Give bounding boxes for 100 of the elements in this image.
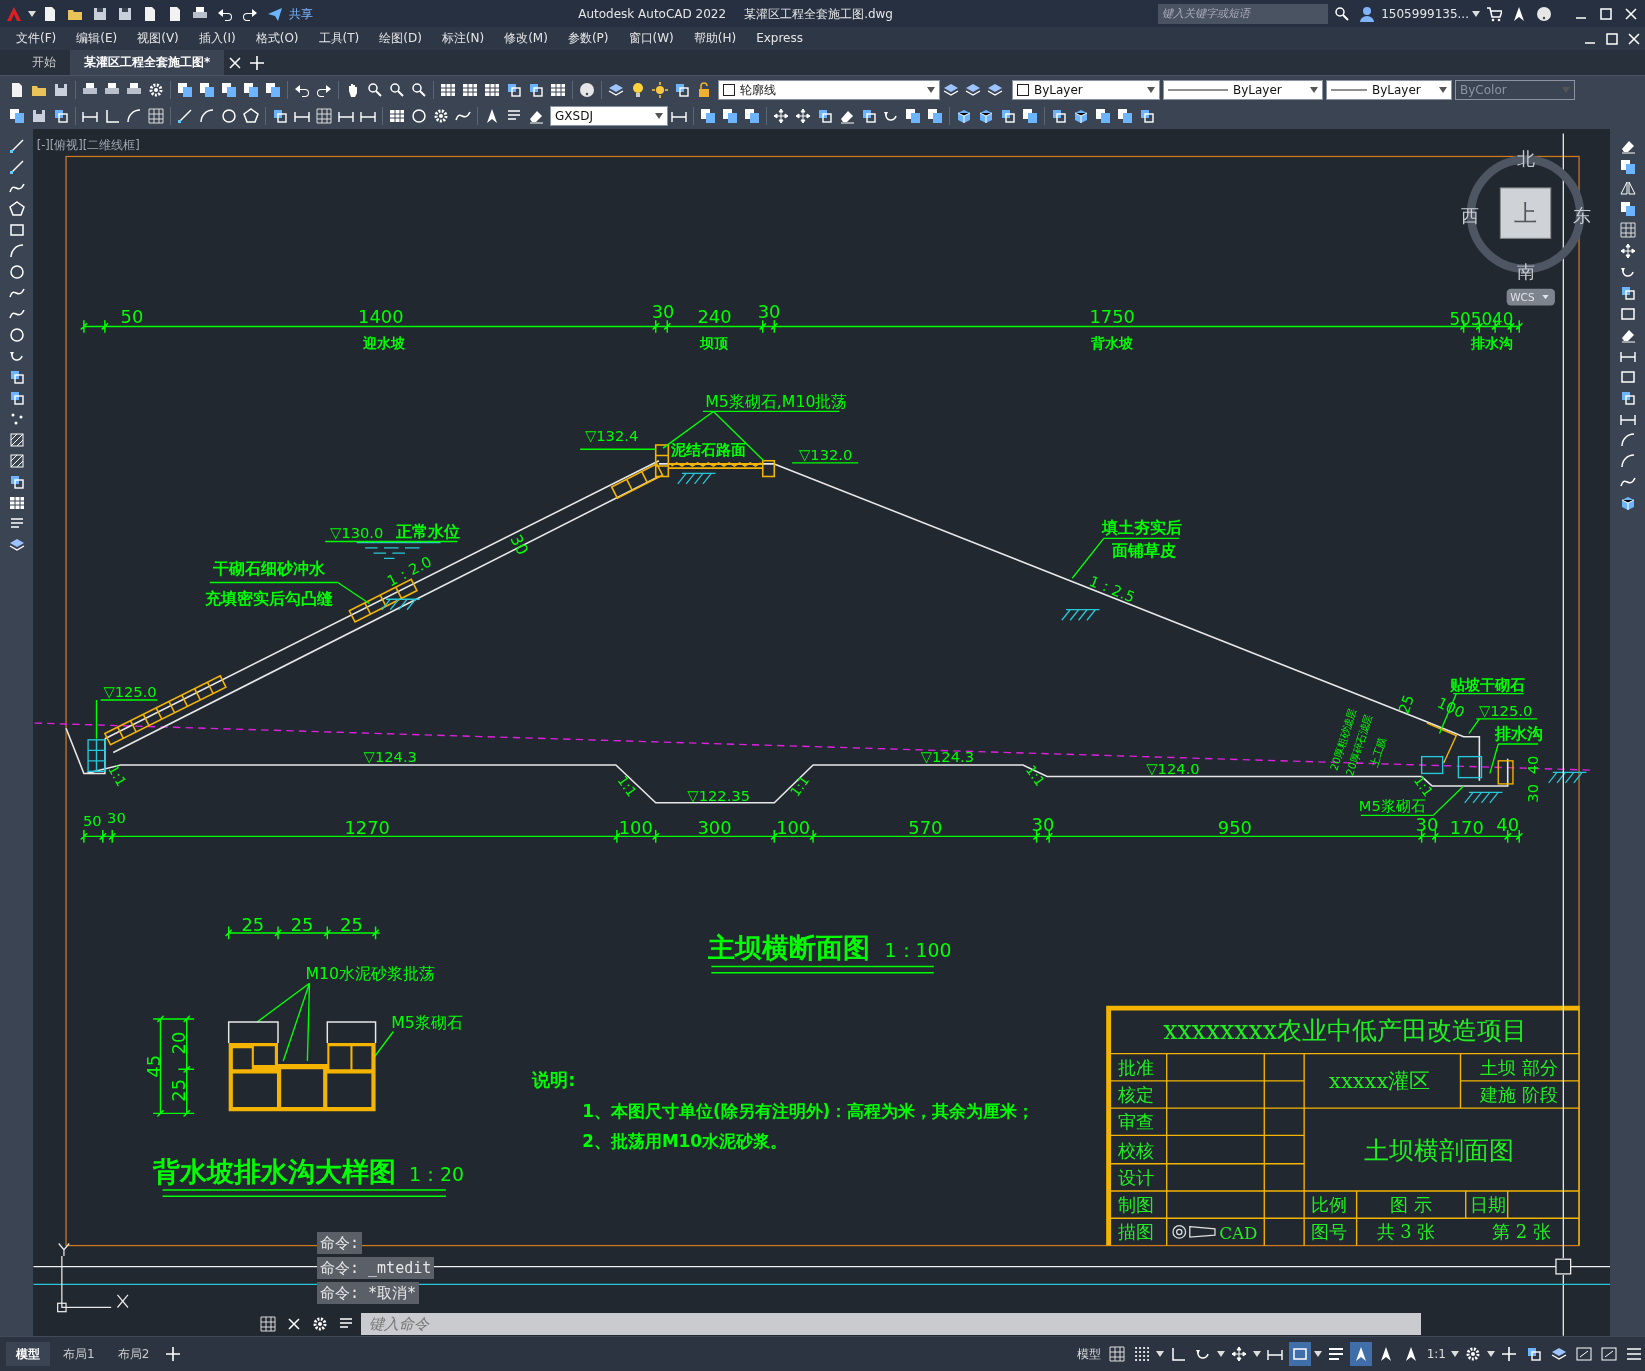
rectangle-icon[interactable] — [8, 221, 25, 238]
copy-icon[interactable] — [1619, 200, 1636, 217]
circle-icon[interactable] — [8, 326, 25, 343]
linetype-dropdown[interactable]: ByLayer — [1163, 79, 1323, 100]
copy-icon[interactable] — [221, 81, 237, 98]
annotation-scale-button[interactable]: 1:1 — [1424, 1342, 1448, 1366]
line-icon[interactable] — [177, 108, 193, 124]
block-icon[interactable] — [1051, 108, 1067, 124]
copy-icon[interactable] — [927, 108, 943, 124]
layout-tab[interactable]: 模型 — [6, 1342, 50, 1366]
cube-icon[interactable] — [1073, 108, 1089, 124]
caret-icon[interactable] — [1487, 1351, 1495, 1357]
table-icon[interactable] — [389, 108, 405, 124]
menu-item[interactable]: 修改(M) — [494, 27, 558, 50]
layers-icon[interactable] — [1551, 1346, 1567, 1362]
settings-icon[interactable] — [1465, 1346, 1481, 1362]
ortho-icon[interactable] — [1169, 1346, 1186, 1362]
arc-icon[interactable] — [1619, 452, 1636, 469]
menu-item[interactable]: 标注(N) — [431, 27, 495, 50]
layers-icon[interactable] — [987, 81, 1003, 98]
list-icon[interactable] — [1626, 1346, 1642, 1362]
save-icon[interactable] — [53, 81, 69, 98]
copy-icon[interactable] — [199, 81, 215, 98]
share-button[interactable]: 共享 — [289, 4, 313, 23]
layers-icon[interactable] — [8, 536, 25, 553]
block-icon[interactable] — [272, 108, 288, 124]
dimension-style-dropdown[interactable]: GXSDJ — [550, 106, 668, 126]
viewcube-face[interactable] — [1499, 187, 1552, 239]
user-name[interactable]: 1505999135... — [1381, 4, 1469, 23]
table-icon[interactable] — [440, 81, 456, 98]
move-icon[interactable] — [773, 108, 789, 124]
model-space-button[interactable]: 模型 — [1074, 1342, 1103, 1366]
rectangle-icon[interactable] — [1619, 305, 1636, 322]
settings-icon[interactable] — [433, 108, 449, 124]
block-icon[interactable] — [817, 108, 833, 124]
copy-icon[interactable] — [1095, 108, 1111, 124]
caret-icon[interactable] — [1313, 1351, 1322, 1357]
document-icon[interactable] — [142, 5, 158, 22]
block-icon[interactable] — [1000, 108, 1016, 124]
fullscreen-icon[interactable] — [1601, 1346, 1617, 1362]
annotate-icon[interactable] — [1511, 5, 1527, 22]
move-icon[interactable] — [1230, 1346, 1247, 1362]
layers-icon[interactable] — [965, 81, 981, 98]
mirror-icon[interactable] — [1619, 179, 1636, 196]
color-dropdown[interactable]: ByLayer — [1012, 79, 1160, 100]
zoom-icon[interactable] — [411, 81, 427, 98]
copy-icon[interactable] — [243, 81, 259, 98]
caret-icon[interactable] — [1216, 1351, 1225, 1357]
block-icon[interactable] — [506, 81, 522, 98]
block-icon[interactable] — [1619, 389, 1636, 406]
block-icon[interactable] — [1526, 1346, 1542, 1362]
help-icon[interactable] — [1536, 5, 1552, 22]
menu-item[interactable]: Express — [746, 27, 813, 50]
arc-icon[interactable] — [8, 242, 25, 259]
move-icon[interactable] — [795, 108, 811, 124]
compass-label[interactable]: 南 — [1516, 261, 1535, 283]
move-icon[interactable] — [1619, 242, 1636, 259]
maximize-icon[interactable] — [1598, 5, 1614, 22]
arc-icon[interactable] — [1619, 431, 1636, 448]
block-icon[interactable] — [1139, 108, 1155, 124]
plus-icon[interactable] — [249, 54, 266, 71]
grid-icon[interactable] — [148, 108, 164, 124]
cube-icon[interactable] — [978, 108, 994, 124]
menu-item[interactable]: 窗口(W) — [618, 27, 684, 50]
layers-icon[interactable] — [943, 81, 959, 98]
lineweight-icon[interactable] — [1327, 1346, 1344, 1362]
copy-icon[interactable] — [700, 108, 716, 124]
erase-icon[interactable] — [839, 108, 855, 124]
annotate-icon[interactable] — [484, 108, 500, 124]
document-icon[interactable] — [42, 5, 58, 22]
menu-item[interactable]: 工具(T) — [308, 27, 370, 50]
menu-item[interactable]: 插入(I) — [188, 27, 246, 50]
sun-icon[interactable] — [652, 81, 668, 98]
line-icon[interactable] — [8, 158, 25, 175]
menu-item[interactable]: 帮助(H) — [683, 27, 747, 50]
ucs-menu-button[interactable] — [1506, 288, 1555, 306]
polygon-icon[interactable] — [243, 108, 259, 124]
snap-icon[interactable] — [1133, 1346, 1150, 1362]
document-icon[interactable] — [167, 5, 183, 22]
caret-icon[interactable] — [1472, 10, 1480, 17]
line-icon[interactable] — [8, 137, 25, 154]
copy-icon[interactable] — [177, 81, 193, 98]
table-icon[interactable] — [550, 81, 566, 98]
menu-item[interactable]: 视图(V) — [127, 27, 189, 50]
rectangle-icon[interactable] — [1619, 368, 1636, 385]
block-icon[interactable] — [1619, 284, 1636, 301]
viewport-label[interactable]: [-][俯视][二维线框] — [36, 137, 140, 152]
table-icon[interactable] — [462, 81, 478, 98]
copy-icon[interactable] — [1022, 108, 1038, 124]
caret-icon[interactable] — [1155, 1351, 1164, 1357]
caret-icon[interactable] — [28, 10, 36, 17]
cube-icon[interactable] — [956, 108, 972, 124]
copy-icon[interactable] — [1117, 108, 1133, 124]
fullscreen-icon[interactable] — [1576, 1346, 1592, 1362]
command-input[interactable]: 键入命令 — [361, 1313, 1421, 1335]
circle-icon[interactable] — [221, 108, 237, 124]
grid-icon[interactable] — [1108, 1346, 1125, 1362]
user-icon[interactable] — [1359, 5, 1376, 22]
menu-item[interactable]: 绘图(D) — [369, 27, 432, 50]
block-icon[interactable] — [674, 81, 690, 98]
